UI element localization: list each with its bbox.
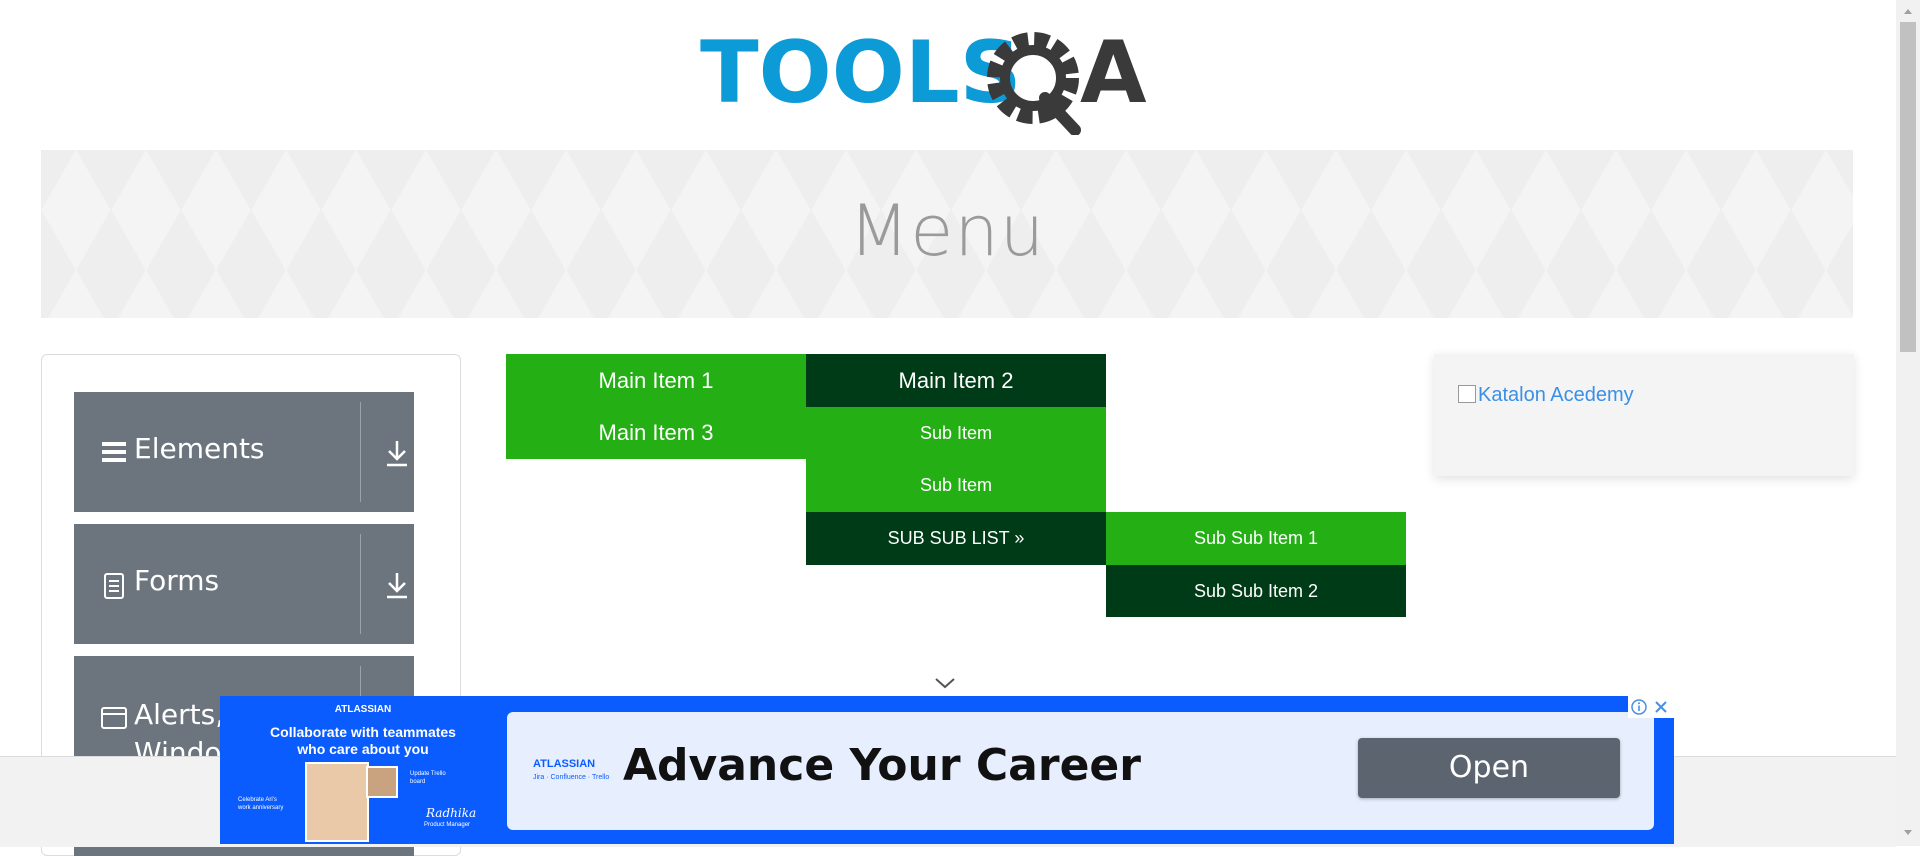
sidebar-group-label: Forms: [134, 564, 220, 597]
katalon-academy-link[interactable]: Katalon Acedemy: [1458, 384, 1634, 407]
scroll-up-arrow-icon[interactable]: [1900, 4, 1916, 18]
divider: [360, 402, 361, 502]
menu-sub-item[interactable]: Sub Item: [806, 407, 1106, 459]
ad-left-headline: Collaborate with teammates who care abou…: [270, 724, 456, 757]
logo-tools-text: TOOLS: [700, 23, 1022, 123]
ad-left-panel: ATLASSIAN Collaborate with teammates who…: [220, 696, 506, 844]
scrollbar-thumb[interactable]: [1900, 22, 1916, 352]
close-icon[interactable]: [1653, 699, 1669, 715]
ad-brand: ATLASSIAN: [533, 758, 596, 770]
ad-open-button[interactable]: Open: [1358, 738, 1620, 798]
ad-signature: Radhika: [426, 806, 477, 820]
sidebar-group-elements[interactable]: Elements: [74, 392, 414, 512]
hamburger-icon: [102, 442, 126, 462]
document-icon: [104, 573, 124, 599]
ad-signature-role: Product Manager: [424, 822, 471, 828]
divider: [360, 534, 361, 634]
side-ad: Katalon Acedemy: [1434, 354, 1854, 476]
ad-note-anniversary: Celebrate Ari's work anniversary: [238, 797, 284, 811]
info-icon[interactable]: [1631, 699, 1647, 715]
window-icon: [101, 707, 127, 729]
download-icon[interactable]: [384, 438, 410, 468]
ad-controls: [1628, 696, 1674, 718]
sidebar-group-label: Elements: [134, 432, 265, 465]
menu-sub-sub-item-1[interactable]: Sub Sub Item 1: [1106, 512, 1406, 565]
menu-main-item-3[interactable]: Main Item 3: [506, 407, 806, 459]
page-banner: Menu: [41, 150, 1853, 318]
scroll-down-arrow-icon[interactable]: [1900, 826, 1916, 840]
menu-main-item-1[interactable]: Main Item 1: [506, 354, 806, 407]
download-icon[interactable]: [384, 570, 410, 600]
menu-main-item-2[interactable]: Main Item 2: [806, 354, 1106, 407]
ad-note-trello: Update Trello board: [410, 771, 446, 785]
chevron-down-icon[interactable]: [934, 676, 956, 690]
logo-a-text: A: [1080, 23, 1147, 123]
ad-photo-small: [366, 766, 398, 798]
ad-right-panel: ATLASSIAN Jira · Confluence · Trello Adv…: [507, 712, 1654, 830]
sidebar-group-forms[interactable]: Forms: [74, 524, 414, 644]
ad-headline: Advance Your Career: [623, 740, 1141, 791]
menu-sub-sub-item-2[interactable]: Sub Sub Item 2: [1106, 565, 1406, 617]
ad-left-brand: ATLASSIAN: [334, 704, 392, 715]
ad-brand-products: Jira · Confluence · Trello: [533, 774, 610, 781]
page-title: Menu: [848, 190, 1046, 272]
ad-photo: [305, 762, 369, 842]
katalon-academy-alt-text: Katalon Acedemy: [1478, 384, 1634, 406]
toolsqa-logo[interactable]: TOOLS A: [700, 20, 1200, 135]
broken-image-icon: [1458, 385, 1476, 403]
bottom-ad[interactable]: ATLASSIAN Collaborate with teammates who…: [220, 696, 1674, 844]
menu-sub-sub-list[interactable]: SUB SUB LIST »: [806, 512, 1106, 565]
menu-sub-item[interactable]: Sub Item: [806, 459, 1106, 512]
